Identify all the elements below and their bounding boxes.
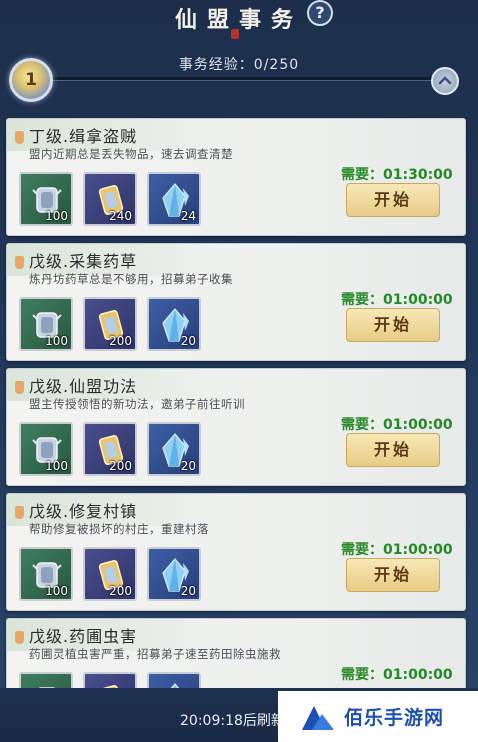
requirement-prefix: 需要： <box>341 667 383 683</box>
reward-item[interactable]: 20 <box>147 547 201 601</box>
task-tag-icon <box>15 506 24 519</box>
refresh-countdown: 20:09:18后刷新 <box>180 713 285 729</box>
chevron-up-icon <box>438 76 452 85</box>
reward-item[interactable]: 240 <box>83 172 137 226</box>
requirement-time: 01:00:00 <box>383 417 453 433</box>
reward-item[interactable] <box>83 672 137 688</box>
reward-item[interactable]: 100 <box>19 422 73 476</box>
task-tag-icon <box>15 256 24 269</box>
watermark: 佰乐手游网 <box>278 691 478 742</box>
reward-item[interactable]: 20 <box>147 422 201 476</box>
reward-count: 200 <box>109 584 132 598</box>
task-description: 盟主传授领悟的新功法，邀弟子前往听训 <box>29 397 245 411</box>
task-tag-icon <box>15 381 24 394</box>
task-tag-icon <box>15 131 24 144</box>
bottom-bar: 20:09:18后刷新 佰乐手游网 <box>0 688 478 742</box>
reward-item[interactable]: 200 <box>83 422 137 476</box>
requirement-prefix: 需要： <box>341 417 383 433</box>
task-description: 帮助修复被损坏的村庄，重建村落 <box>29 522 209 536</box>
start-button[interactable]: 开始 <box>346 183 440 217</box>
reward-item[interactable]: 100 <box>19 297 73 351</box>
task-description: 炼丹坊药草总是不够用，招募弟子收集 <box>29 272 233 286</box>
seal-ornament <box>231 29 239 39</box>
reward-item[interactable] <box>147 672 201 688</box>
reward-count: 20 <box>180 584 196 598</box>
task-name: 戊级.仙盟功法 <box>29 377 138 396</box>
requirement-label: 需要：01:00:00 <box>341 414 453 434</box>
level-number: 1 <box>25 70 37 90</box>
level-badge: 1 <box>9 58 53 102</box>
level-up-button[interactable] <box>431 67 459 95</box>
reward-count: 20 <box>180 334 196 348</box>
reward-item[interactable]: 200 <box>83 297 137 351</box>
watermark-text: 佰乐手游网 <box>344 707 445 729</box>
requirement-label: 需要：01:30:00 <box>341 164 453 184</box>
reward-count: 24 <box>180 209 196 223</box>
page-title: 仙盟事务 <box>174 7 303 33</box>
task-description: 盟内近期总是丢失物品，速去调查清楚 <box>29 147 233 161</box>
reward-item[interactable]: 24 <box>147 172 201 226</box>
requirement-time: 01:00:00 <box>383 667 453 683</box>
reward-item[interactable]: 20 <box>147 297 201 351</box>
experience-label: 事务经验：0/250 <box>178 57 300 73</box>
task-card: 戊级.修复村镇 帮助修复被损坏的村庄，重建村落 100 200 20 需要：01:00:0… <box>6 493 466 611</box>
reward-count: 100 <box>45 209 68 223</box>
reward-count: 200 <box>109 334 132 348</box>
task-tag-icon <box>15 631 24 644</box>
requirement-prefix: 需要： <box>341 167 383 183</box>
reward-item[interactable]: 200 <box>83 547 137 601</box>
task-card: 丁级.缉拿盗贼 盟内近期总是丢失物品，速去调查清楚 100 240 24 需要：01:30… <box>6 118 466 236</box>
task-card: 戊级.采集药草 炼丹坊药草总是不够用，招募弟子收集 100 200 20 需要：01:00… <box>6 243 466 361</box>
task-list[interactable]: 丁级.缉拿盗贼 盟内近期总是丢失物品，速去调查清楚 100 240 24 需要：01:30… <box>0 116 478 688</box>
task-description: 药圃灵植虫害严重，招募弟子速至药田除虫施救 <box>29 647 281 661</box>
reward-item[interactable]: 100 <box>19 547 73 601</box>
reward-count: 240 <box>109 209 132 223</box>
title-bar: 仙盟事务 ? <box>0 0 478 44</box>
start-button[interactable]: 开始 <box>346 433 440 467</box>
reward-item[interactable] <box>19 672 73 688</box>
help-button[interactable]: ? <box>307 0 333 26</box>
reward-count: 100 <box>45 334 68 348</box>
reward-count: 200 <box>109 459 132 473</box>
task-name: 戊级.修复村镇 <box>29 502 138 521</box>
requirement-label: 需要：01:00:00 <box>341 289 453 309</box>
requirement-prefix: 需要： <box>341 542 383 558</box>
requirement-time: 01:00:00 <box>383 542 453 558</box>
task-name: 戊级.药圃虫害 <box>29 627 138 646</box>
task-card: 戊级.仙盟功法 盟主传授领悟的新功法，邀弟子前往听训 100 200 20 需要：01:0… <box>6 368 466 486</box>
task-name: 戊级.采集药草 <box>29 252 138 271</box>
experience-progress-bar <box>40 77 440 81</box>
task-name: 丁级.缉拿盗贼 <box>29 127 138 146</box>
reward-count: 20 <box>180 459 196 473</box>
requirement-label: 需要：01:00:00 <box>341 664 453 684</box>
requirement-time: 01:00:00 <box>383 292 453 308</box>
task-card: 戊级.药圃虫害 药圃灵植虫害严重，招募弟子速至药田除虫施救需要：01:00:00 <box>6 618 466 688</box>
start-button[interactable]: 开始 <box>346 558 440 592</box>
watermark-logo-icon <box>302 705 334 730</box>
start-button[interactable]: 开始 <box>346 308 440 342</box>
requirement-time: 01:30:00 <box>383 167 453 183</box>
reward-item[interactable]: 100 <box>19 172 73 226</box>
reward-count: 100 <box>45 584 68 598</box>
reward-count: 100 <box>45 459 68 473</box>
requirement-prefix: 需要： <box>341 292 383 308</box>
requirement-label: 需要：01:00:00 <box>341 539 453 559</box>
